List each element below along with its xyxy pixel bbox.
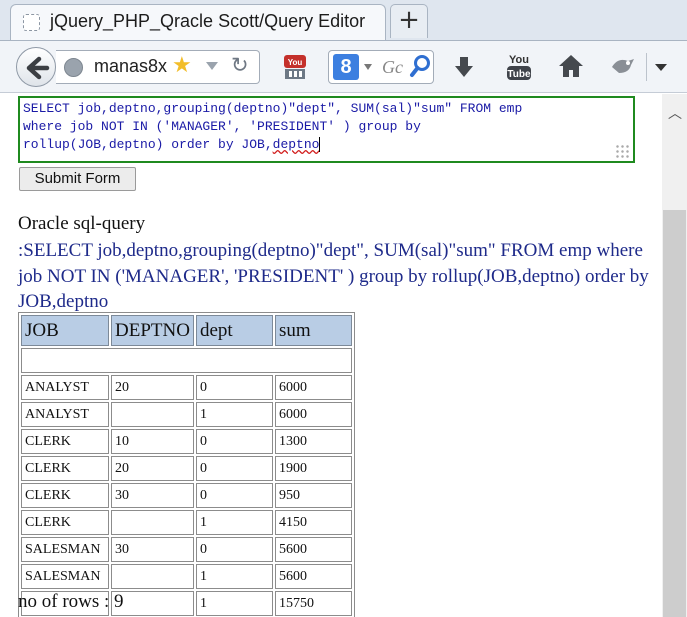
page-content: SELECT job,deptno,grouping(deptno)"dept"…	[0, 94, 662, 617]
url-bar[interactable]: manas8x ★ ↻	[56, 50, 260, 84]
dropdown-triangle-icon[interactable]	[206, 62, 218, 70]
cell-deptno: 10	[111, 429, 194, 454]
table-header-row: JOB DEPTNO dept sum	[21, 315, 352, 346]
cell-job: CLERK	[21, 429, 109, 454]
youtube-download-icon[interactable]: You	[282, 54, 308, 80]
query-misspelled-word: deptno	[272, 137, 320, 152]
cell-job: SALESMAN	[21, 564, 109, 589]
cell-sum: 15750	[274, 591, 352, 616]
column-header-deptno: DEPTNO	[111, 315, 194, 346]
magnifier-icon[interactable]	[409, 54, 431, 78]
cell-sum: 950	[274, 483, 352, 508]
cell-dept: 1	[195, 591, 273, 616]
search-placeholder[interactable]: Gc	[382, 57, 403, 78]
table-row: CLERK 10 0 1300	[21, 429, 352, 454]
table-row: ANALYST 20 0 6000	[21, 375, 352, 400]
navigation-toolbar: manas8x ★ ↻ You 8 Gc You Tube	[0, 40, 687, 93]
scroll-up-arrow-icon[interactable]: ︿	[668, 103, 682, 123]
cell-deptno: 20	[111, 456, 194, 481]
cell-dept: 0	[195, 483, 273, 508]
addon-icon[interactable]	[609, 53, 637, 79]
vertical-scrollbar[interactable]: ︿	[662, 94, 687, 617]
back-arrow-icon	[26, 56, 50, 80]
tab-title: jQuery_PHP_Qracle Scott/Query Editor	[50, 11, 366, 31]
cell-sum: 6000	[274, 402, 352, 427]
download-arrow-icon[interactable]	[452, 55, 476, 79]
cell-sum: 1900	[274, 456, 352, 481]
query-text[interactable]: SELECT job,deptno,grouping(deptno)"dept"…	[23, 100, 631, 154]
cell-deptno: 20	[111, 375, 194, 400]
table-row: CLERK 30 0 950	[21, 483, 352, 508]
youtube-icon[interactable]: You Tube	[506, 52, 532, 82]
cell-deptno: 30	[111, 537, 194, 562]
cell-job: ANALYST	[21, 402, 109, 427]
table-row: ANALYST 1 6000	[21, 402, 352, 427]
cell-dept: 0	[195, 537, 273, 562]
cell-dept: 1	[195, 510, 273, 535]
url-text[interactable]: manas8x	[94, 56, 167, 77]
star-icon[interactable]: ★	[172, 53, 192, 78]
executed-query-echo: :SELECT job,deptno,grouping(deptno)"dept…	[18, 240, 649, 312]
cell-dept: 0	[195, 429, 273, 454]
text-cursor	[319, 137, 321, 152]
cell-deptno	[111, 564, 194, 589]
column-header-job: JOB	[21, 315, 109, 346]
tab-strip: jQuery_PHP_Qracle Scott/Query Editor +	[0, 0, 687, 42]
menu-triangle-icon[interactable]	[655, 64, 667, 71]
cell-sum: 5600	[274, 537, 352, 562]
cell-dept: 0	[195, 456, 273, 481]
reload-icon[interactable]: ↻	[231, 53, 249, 77]
search-engine-dropdown-icon[interactable]	[364, 64, 372, 70]
table-row: CLERK 20 0 1900	[21, 456, 352, 481]
cell-sum: 4150	[274, 510, 352, 535]
search-bar[interactable]: 8 Gc	[328, 50, 434, 84]
svg-text:You: You	[509, 54, 529, 66]
cell-sum: 1300	[274, 429, 352, 454]
toolbar-separator	[646, 53, 647, 81]
svg-text:You: You	[288, 58, 303, 67]
globe-icon[interactable]	[64, 58, 83, 77]
cell-sum: 6000	[274, 375, 352, 400]
cell-job: CLERK	[21, 483, 109, 508]
tab-query-editor[interactable]: jQuery_PHP_Qracle Scott/Query Editor	[10, 4, 386, 42]
table-row: CLERK 1 4150	[21, 510, 352, 535]
new-tab-button[interactable]: +	[390, 4, 428, 38]
scrollbar-thumb[interactable]	[663, 210, 686, 617]
cell-job: ANALYST	[21, 375, 109, 400]
page-icon	[23, 14, 40, 31]
cell-sum: 5600	[274, 564, 352, 589]
submit-form-button[interactable]: Submit Form	[19, 167, 136, 191]
cell-job: CLERK	[21, 456, 109, 481]
row-count: no of rows : 9	[18, 591, 124, 612]
column-header-dept: dept	[195, 315, 273, 346]
cell-dept: 1	[195, 402, 273, 427]
svg-text:Tube: Tube	[507, 69, 531, 80]
results-table: JOB DEPTNO dept sum ANALYST 20 0 6000 AN…	[18, 312, 355, 617]
home-icon[interactable]	[557, 53, 585, 79]
cell-job: SALESMAN	[21, 537, 109, 562]
plus-icon: +	[398, 5, 420, 35]
result-label: Oracle sql-query	[18, 213, 146, 234]
cell-dept: 1	[195, 564, 273, 589]
query-line-2: where job NOT IN ('MANAGER', 'PRESIDENT'…	[23, 119, 421, 134]
cell-dept: 0	[195, 375, 273, 400]
cell-deptno	[111, 510, 194, 535]
query-editor-textarea[interactable]: SELECT job,deptno,grouping(deptno)"dept"…	[18, 96, 635, 163]
back-button[interactable]	[16, 47, 56, 87]
resize-grip-icon[interactable]	[615, 144, 629, 158]
cell-deptno: 30	[111, 483, 194, 508]
query-line-3: rollup(JOB,deptno) order by JOB,	[23, 137, 273, 152]
table-row: SALESMAN 30 0 5600	[21, 537, 352, 562]
cell-job: CLERK	[21, 510, 109, 535]
table-row: SALESMAN 1 5600	[21, 564, 352, 589]
query-line-1: SELECT job,deptno,grouping(deptno)"dept"…	[23, 101, 523, 116]
column-header-sum: sum	[274, 315, 352, 346]
cell-deptno	[111, 402, 194, 427]
google-icon[interactable]: 8	[333, 54, 359, 80]
